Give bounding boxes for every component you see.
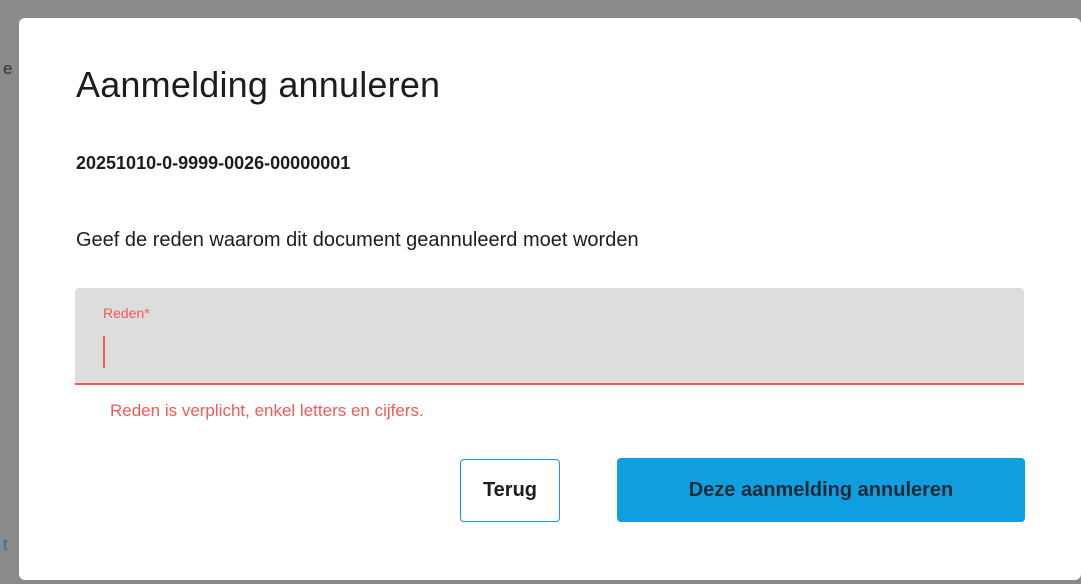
reason-input[interactable] xyxy=(102,331,982,365)
back-button[interactable]: Terug xyxy=(460,459,560,522)
instruction-text: Geef de reden waarom dit document geannu… xyxy=(76,229,639,251)
reason-error-message: Reden is verplicht, enkel letters en cij… xyxy=(110,401,424,420)
background-link-fragment: t xyxy=(3,535,8,554)
cancel-registration-button[interactable]: Deze aanmelding annuleren xyxy=(617,458,1025,522)
reason-field[interactable]: Reden* xyxy=(75,288,1024,385)
background-text-fragment: e xyxy=(3,59,13,78)
cancel-registration-dialog: Aanmelding annuleren 20251010-0-9999-002… xyxy=(19,18,1081,580)
document-number: 20251010-0-9999-0026-00000001 xyxy=(76,153,351,173)
reason-field-label: Reden* xyxy=(103,305,150,321)
dialog-title: Aanmelding annuleren xyxy=(76,64,441,105)
text-cursor xyxy=(103,336,105,368)
